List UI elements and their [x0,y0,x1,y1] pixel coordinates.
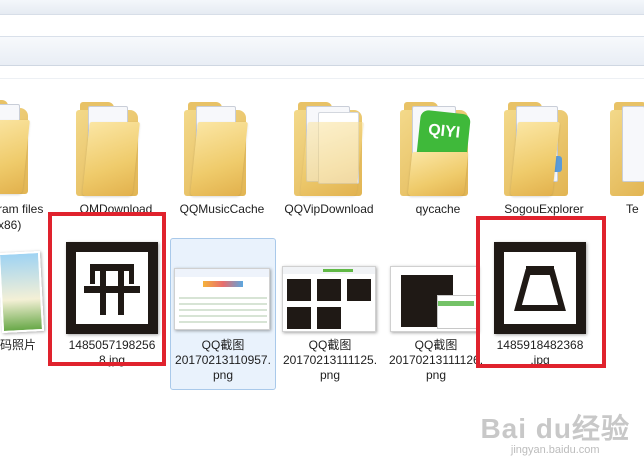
file-label: QQ截图 20170213110957.png [175,338,271,382]
image-thumbnail [282,266,376,332]
folder-icon [504,102,568,198]
folder-label: QQMusicCache [179,202,265,216]
folder-qycache[interactable]: QIYI qycache [386,100,490,230]
file-qq-screenshot-2[interactable]: QQ截图 20170213111125.png [278,240,382,390]
image-thumbnail [390,266,478,332]
folder-program-files-x86[interactable]: ram files x86) [0,100,50,240]
folder-icon: QIYI [400,102,471,198]
folder-icon [184,102,248,198]
red-highlight-frame-right [476,216,606,368]
mini-tile-2 [317,279,341,301]
thumb-header-bar [175,269,269,277]
folder-icon [610,102,644,198]
mini-tile-1 [287,279,311,301]
file-qq-screenshot-3[interactable]: QQ截图 20170213111126.png [384,240,488,390]
folder-label: QQVipDownload [284,202,374,216]
folder-icon [0,100,30,196]
file-label: QQ截图 20170213111125.png [282,338,378,382]
mini-tile-5 [317,307,341,329]
folder-label: Te [626,202,639,216]
folder-label: qycache [415,202,461,216]
folder-label: 码照片 [0,338,37,352]
toolbar [0,36,644,66]
folder-qqvipdownload[interactable]: QQVipDownload [280,100,384,236]
thumb-text-lines [179,293,267,327]
folder-icon [294,102,364,198]
window-title-bar [0,0,644,15]
qiyi-logo-text: QIYI [427,121,461,142]
folder-partial-right[interactable]: Te [604,100,644,230]
photo-stack-icon [0,250,45,334]
mini-tile-4 [287,307,311,329]
divider [0,78,644,79]
folder-qqmusiccache[interactable]: QQMusicCache [170,100,274,230]
image-thumbnail [174,268,270,330]
thumb-accent-line [323,269,353,272]
folder-sogouexplorer[interactable]: SogouExplorer [492,100,596,230]
menu-highlight-preview [438,301,474,306]
watermark-main: Bai du经验 [480,413,630,444]
mini-tile-3 [347,279,371,301]
file-qq-screenshot-1[interactable]: QQ截图 20170213110957.png [172,240,274,390]
red-highlight-frame-left [48,212,166,366]
folder-icon [76,102,140,198]
baidu-jingyan-watermark: Bai du经验 jingyan.baidu.com [480,407,630,456]
folder-qmdownload[interactable]: QMDownload [64,100,168,230]
file-label: QQ截图 20170213111126.png [388,338,484,382]
folder-label: SogouExplorer [504,202,584,216]
folder-photos-partial[interactable]: 码照片 [0,248,45,358]
thumb-color-bar [203,281,243,287]
